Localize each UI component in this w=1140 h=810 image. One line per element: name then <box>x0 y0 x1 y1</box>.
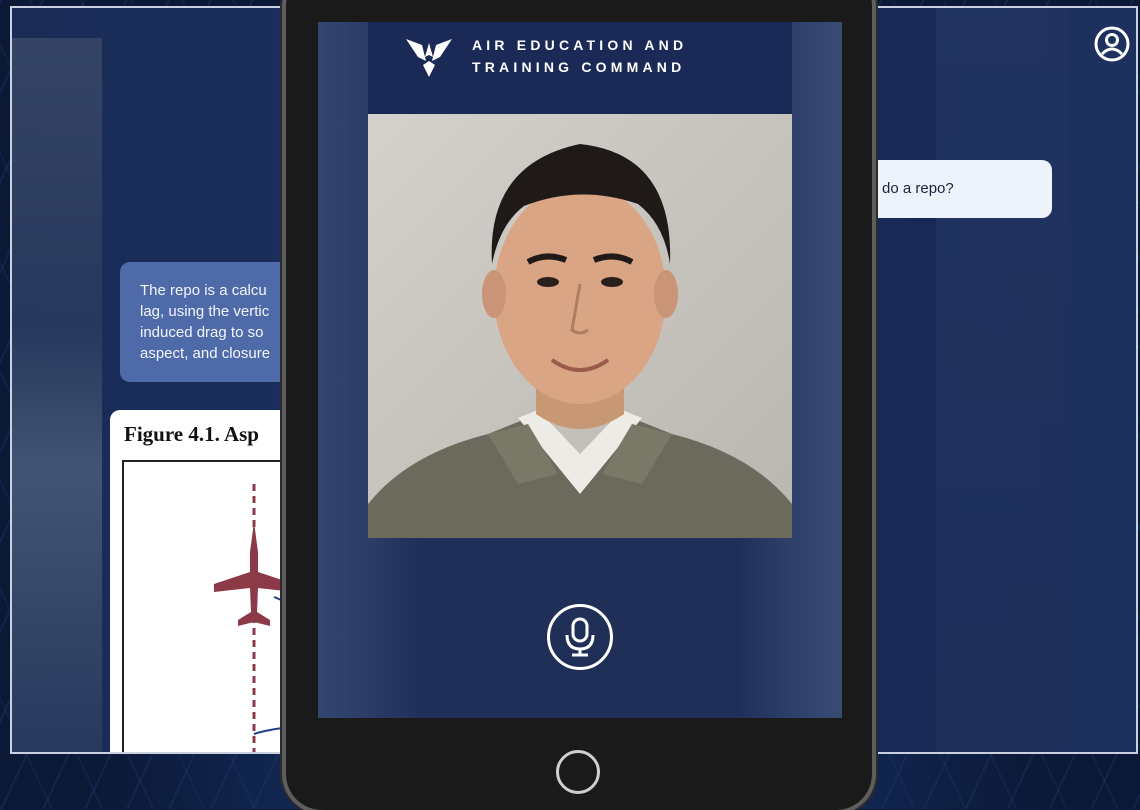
user-circle-icon[interactable] <box>1094 26 1130 62</box>
tablet-screen: AIR EDUCATION AND TRAINING COMMAND <box>318 22 842 718</box>
org-name-line-1: AIR EDUCATION AND <box>472 37 688 53</box>
aircraft-photo-left <box>12 38 102 752</box>
header-band: AIR EDUCATION AND TRAINING COMMAND <box>368 22 792 114</box>
microphone-button[interactable] <box>547 604 613 670</box>
avatar-portrait <box>368 114 792 538</box>
aircraft-photo-right <box>936 8 1066 752</box>
microphone-icon <box>565 617 595 657</box>
home-button-icon[interactable] <box>556 750 600 794</box>
air-force-wings-icon <box>406 39 452 77</box>
right-strip <box>1066 8 1136 752</box>
org-name-line-2: TRAINING COMMAND <box>472 59 686 75</box>
figure-title: Figure 4.1. Asp <box>124 422 259 446</box>
tablet-device: AIR EDUCATION AND TRAINING COMMAND <box>286 0 872 810</box>
avatar-figure <box>368 144 792 538</box>
user-message-bubble: do a repo? <box>852 160 1052 218</box>
